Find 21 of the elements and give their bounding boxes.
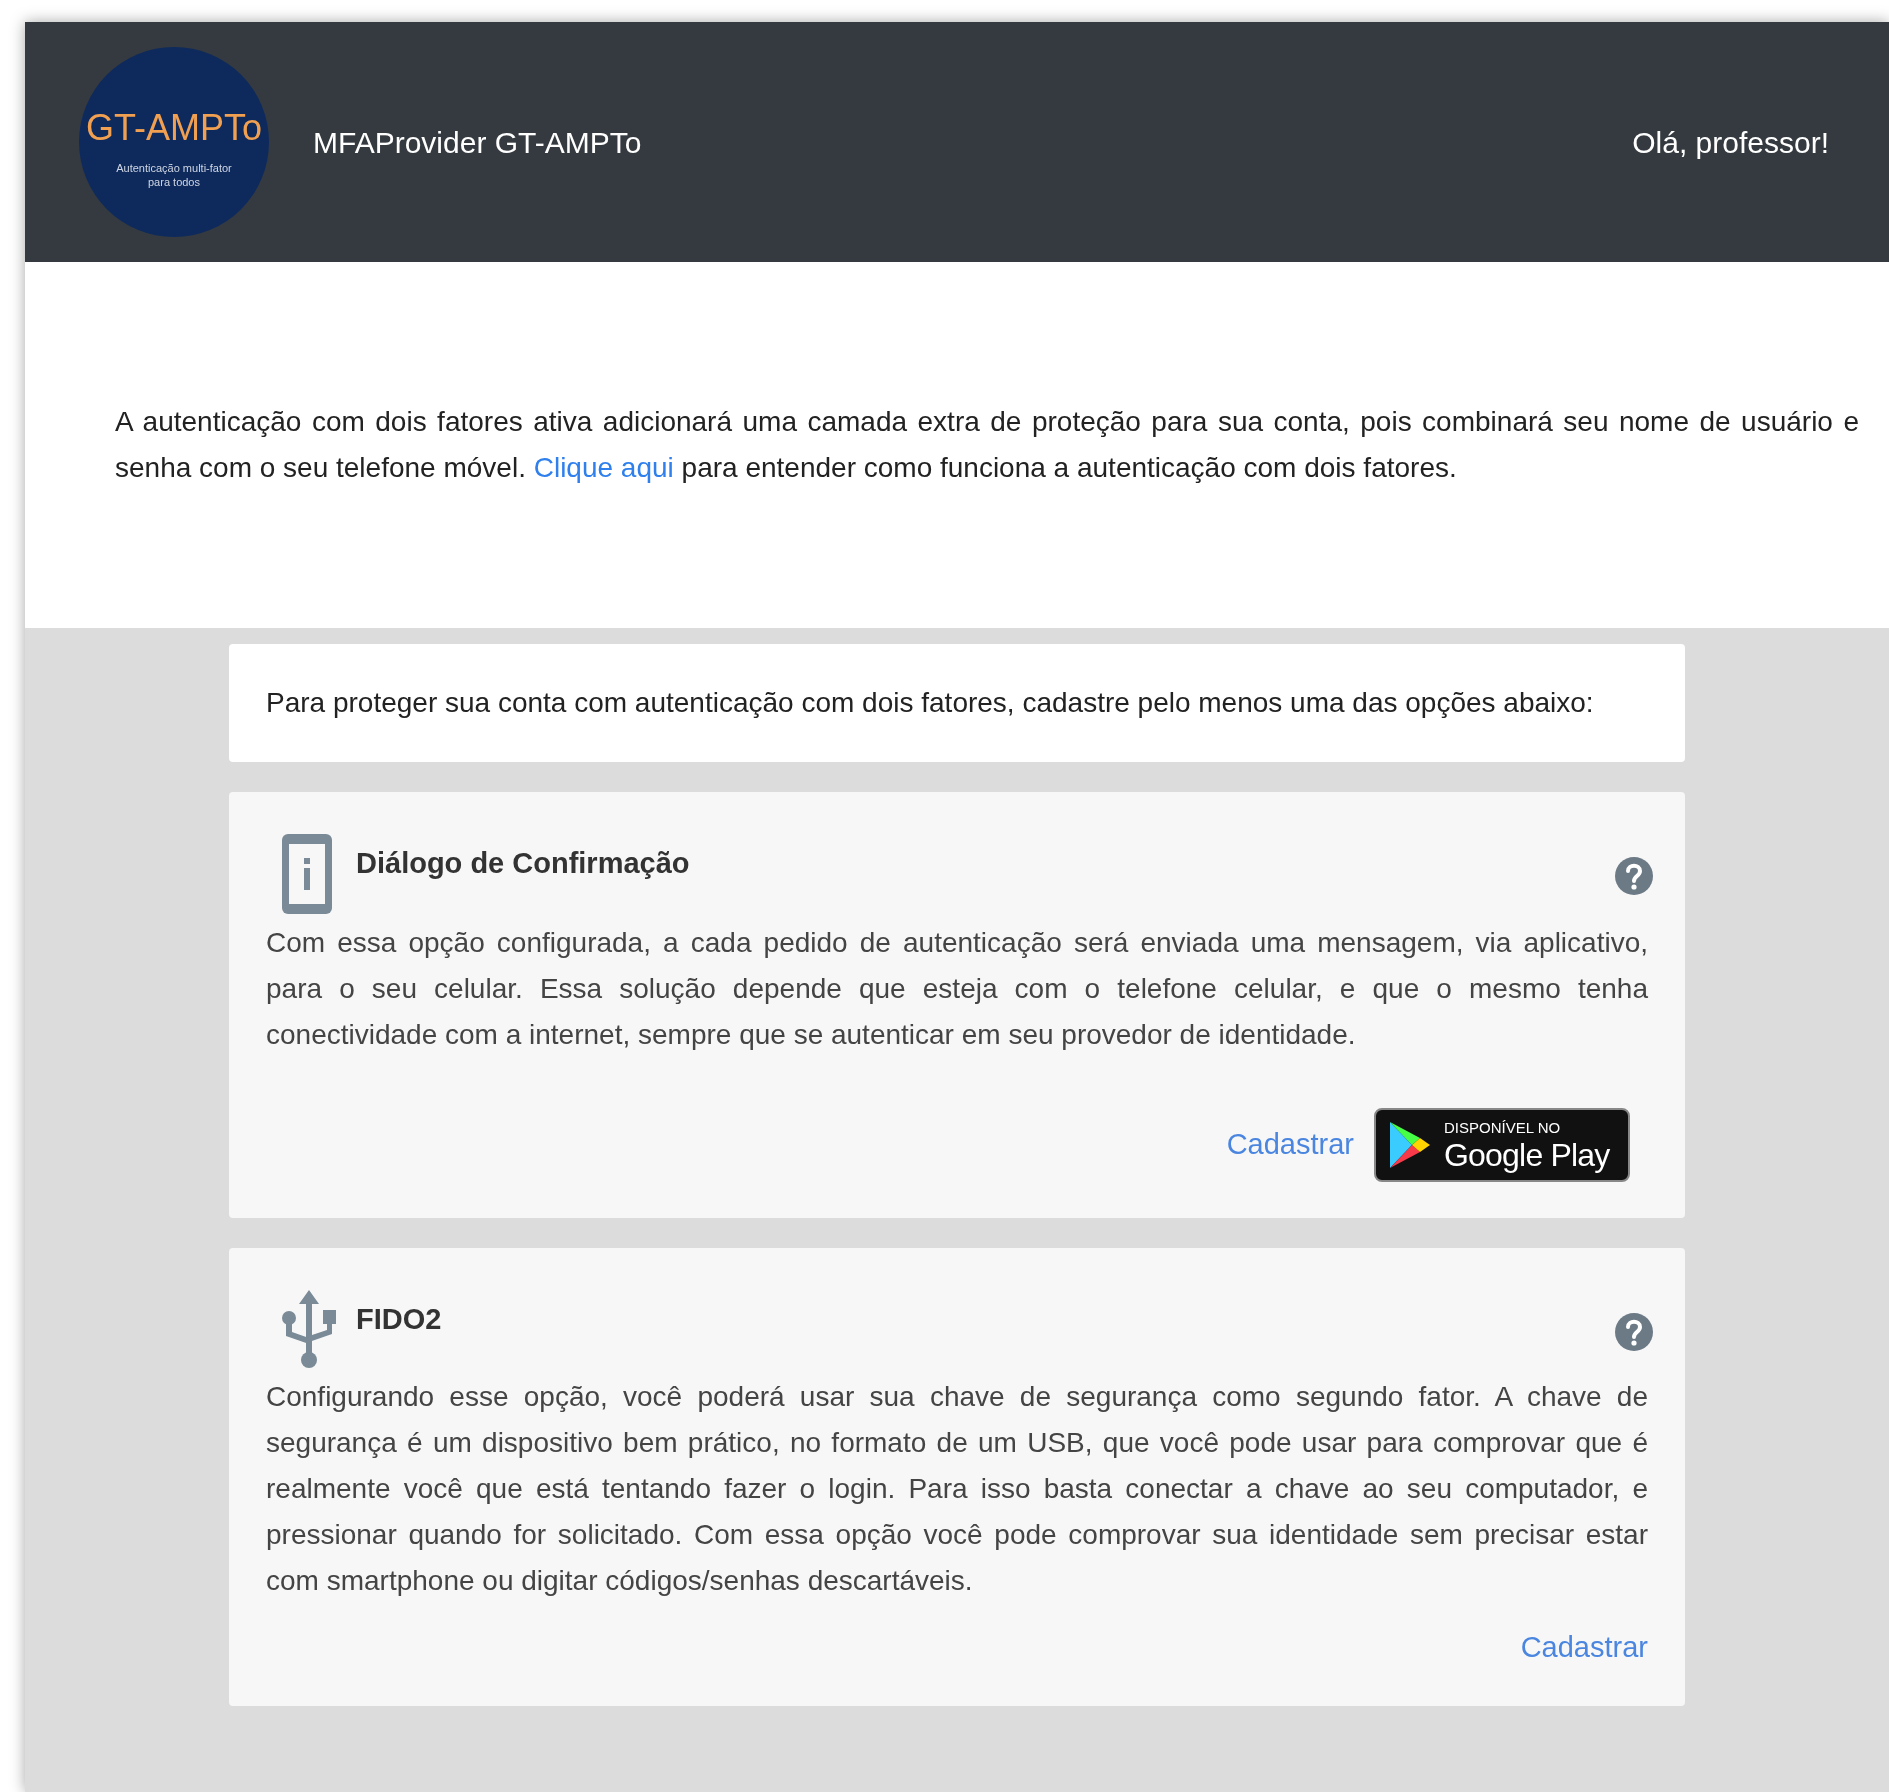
google-play-badge[interactable]: DISPONÍVEL NO Google Play [1374,1108,1630,1182]
logo-title: GT-AMPTo [86,110,262,147]
badge-store-name: Google Play [1444,1138,1610,1171]
option-description: Com essa opção configurada, a cada pedido de autenticação será enviada uma mensagem, via aplicativo, para o seu celular. Essa solução depende que esteja com o telefone celular, e que o mesmo tenha conectividade com a internet, sempre que se autenticar em seu provedor de identidade. [266,926,1648,1052]
badge-caption: DISPONÍVEL NO [1444,1119,1562,1135]
register-link[interactable]: Cadastrar [1226,1123,1354,1167]
app-title: MFAProvider GT-AMPTo [313,124,642,161]
learn-more-link[interactable]: Clique aqui [533,452,674,483]
greeting: Olá, professor! [1632,124,1829,161]
usb-icon [280,1288,338,1370]
option-title: FIDO2 [356,1302,442,1337]
help-icon[interactable] [1614,856,1654,896]
logo-subtitle: Autenticação multi-fator para todos [115,162,233,190]
register-link[interactable]: Cadastrar [1520,1626,1648,1670]
play-store-icon [1388,1120,1432,1170]
option-title: Diálogo de Confirmação [356,846,690,881]
intro-paragraph: A autenticação com dois fatores ativa adicionará uma camada extra de proteção para sua conta, pois combinará seu nome de usuário e senha com o seu telefone móvel. Clique aqui para entender como funciona a autenticação com dois fatores. [115,405,1859,485]
notice-text: Para proteger sua conta com autenticação com dois fatores, cadastre pelo menos uma das opções abaixo: [266,686,1595,720]
help-icon[interactable] [1614,1312,1654,1352]
phone-info-icon [280,832,334,916]
option-description: Configurando esse opção, você poderá usar sua chave de segurança como segundo fator. A chave de segurança é um dispositivo bem prático, no formato de um USB, que você pode usar para comprovar que é realmente você que está tentando fazer o login. Para isso basta conectar a chave ao seu computador, e pressionar quando for solicitado. Com essa opção você pode comprovar sua identidade sem precisar estar com smartphone ou digitar códigos/senhas descartáveis. [266,1380,1648,1598]
